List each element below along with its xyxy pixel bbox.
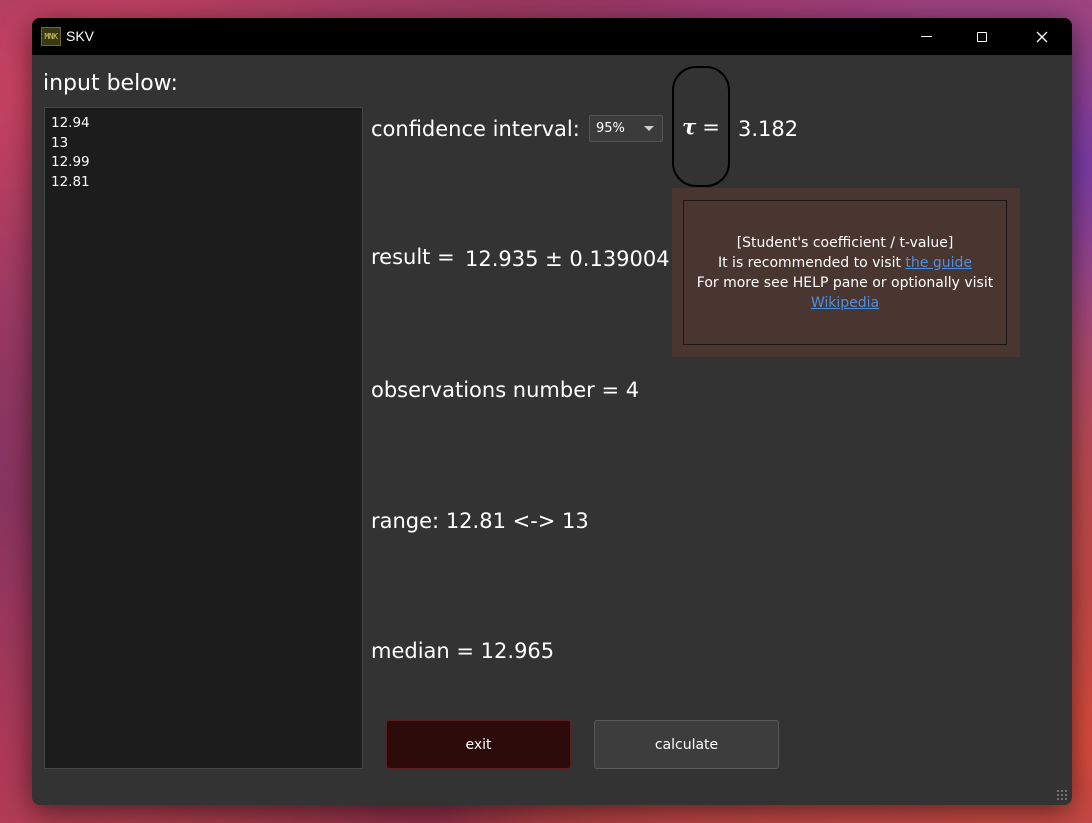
close-button[interactable] [1019,18,1065,55]
input-textarea[interactable]: 12.94 13 12.99 12.81 [44,107,363,769]
result-label: result = [371,245,455,269]
input-line: 13 [51,134,69,151]
input-line: 12.99 [51,154,90,170]
calculate-button[interactable]: calculate [594,720,779,769]
app-window: MNK SKV input below: 12.94 13 12.99 12.8… [32,18,1072,805]
range-text: range: 12.81 <-> 13 [371,509,589,533]
tooltip-line: For more see HELP pane or optionally vis… [696,274,994,291]
tau-value: 3.182 [738,117,799,141]
input-label: input below: [43,71,178,96]
tau-symbol: τ [682,114,697,139]
tooltip-content: [Student's coefficient / t-value] It is … [683,200,1007,345]
wikipedia-link[interactable]: Wikipedia [811,295,879,311]
app-logo-icon: MNK [41,27,61,46]
tooltip-line: It is recommended to visit the guide [684,253,1006,273]
tooltip: [Student's coefficient / t-value] It is … [672,188,1020,357]
minimize-button[interactable] [903,18,949,55]
maximize-icon [977,31,987,42]
title-bar[interactable]: MNK SKV [32,18,1072,55]
guide-link[interactable]: the guide [905,255,972,271]
minimize-icon [920,36,932,37]
tau-label[interactable]: τ = [672,66,730,187]
confidence-interval-label: confidence interval: [371,117,580,141]
exit-button[interactable]: exit [386,720,571,769]
close-icon [1036,31,1048,42]
median-text: median = 12.965 [371,639,555,663]
tau-equals: = [702,114,720,139]
observations-number: observations number = 4 [371,378,640,402]
tooltip-text: It is recommended to visit [717,254,906,271]
result-value: 12.935 ± 0.139004 [465,247,670,271]
confidence-selected-value: 95% [596,121,625,136]
input-line: 12.81 [51,173,90,190]
resize-grip-icon[interactable] [1056,789,1068,801]
input-line: 12.94 [51,115,90,131]
window-title: SKV [66,28,95,44]
dropdown-arrow-icon [644,126,654,131]
tooltip-line: Wikipedia [684,293,1006,313]
tooltip-line: [Student's coefficient / t-value] [736,234,954,251]
confidence-select[interactable]: 95% [589,115,663,142]
maximize-button[interactable] [959,18,1005,55]
